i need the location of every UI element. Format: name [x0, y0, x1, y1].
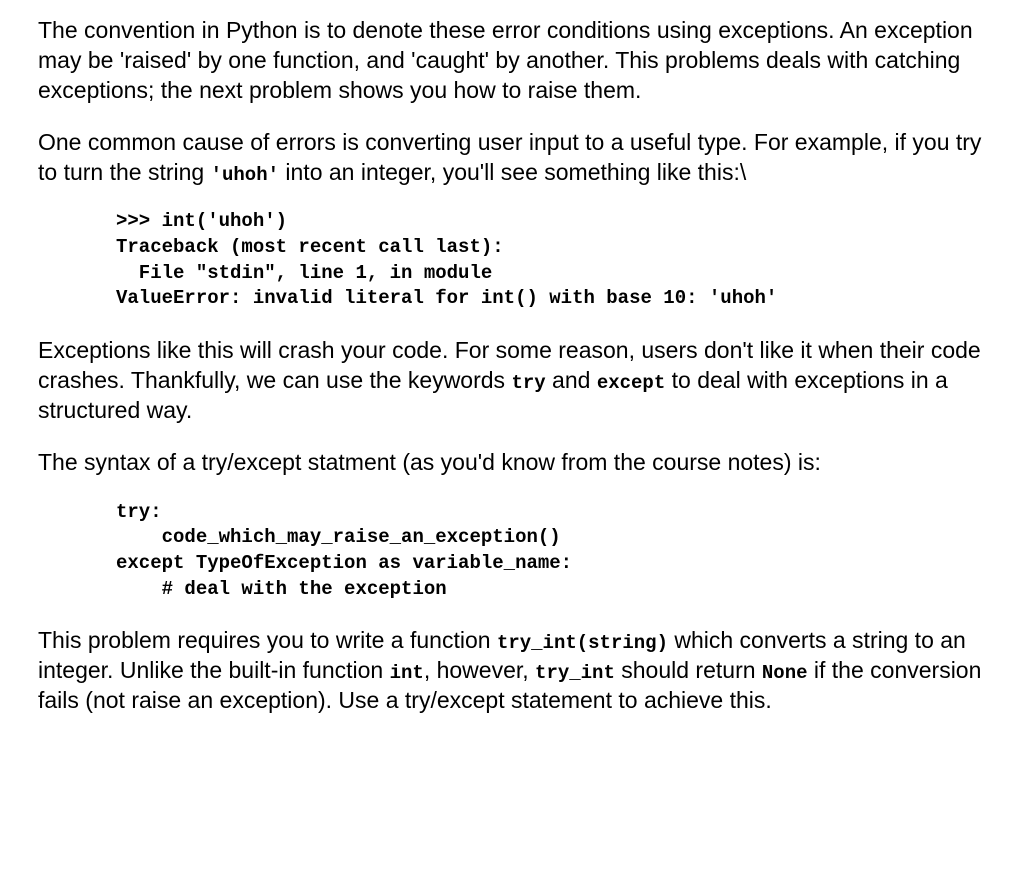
try-keyword: try	[511, 372, 545, 394]
paragraph-problem: This problem requires you to write a fun…	[38, 626, 986, 716]
para5-text-c: , however,	[424, 657, 535, 683]
paragraph-syntax: The syntax of a try/except statment (as …	[38, 448, 986, 478]
uhoh-code: 'uhoh'	[211, 164, 279, 186]
none-code: None	[762, 662, 808, 684]
paragraph-crash: Exceptions like this will crash your cod…	[38, 336, 986, 426]
para5-text-d: should return	[615, 657, 762, 683]
try-int-code: try_int	[535, 662, 615, 684]
try-int-sig-code: try_int(string)	[497, 632, 668, 654]
paragraph-intro: The convention in Python is to denote th…	[38, 16, 986, 106]
para3-text-b: and	[546, 367, 597, 393]
try-except-syntax-block: try: code_which_may_raise_an_exception()…	[116, 500, 986, 603]
para2-text-b: into an integer, you'll see something li…	[279, 159, 746, 185]
traceback-code-block: >>> int('uhoh') Traceback (most recent c…	[116, 209, 986, 312]
except-keyword: except	[597, 372, 665, 394]
paragraph-conversion: One common cause of errors is converting…	[38, 128, 986, 188]
int-code: int	[390, 662, 424, 684]
para5-text-a: This problem requires you to write a fun…	[38, 627, 497, 653]
